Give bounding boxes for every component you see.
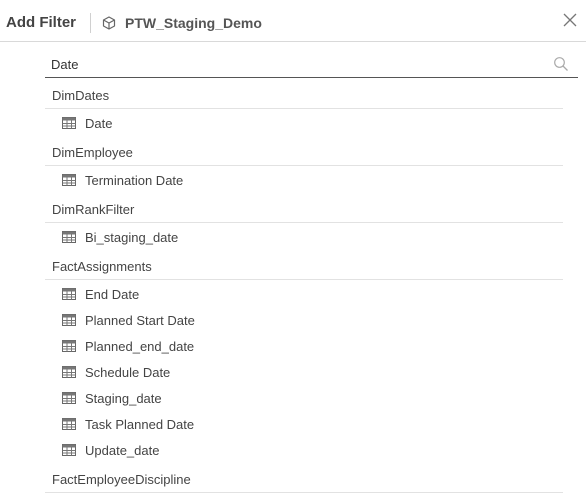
cube-icon xyxy=(102,16,116,30)
group-items: Date xyxy=(45,109,563,140)
field-label: Date xyxy=(85,115,113,131)
table-icon xyxy=(62,174,76,186)
dialog-header: Add Filter PTW_Staging_Demo xyxy=(0,0,586,42)
table-icon xyxy=(62,366,76,378)
group-header[interactable]: DimEmployee xyxy=(45,140,563,166)
field-label: Planned_end_date xyxy=(85,338,195,354)
datasource-name: PTW_Staging_Demo xyxy=(125,15,262,31)
field-label: Task Planned Date xyxy=(85,416,195,432)
field-label: Bi_staging_date xyxy=(85,229,179,245)
group-items: Bi_staging_date xyxy=(45,223,563,254)
table-icon xyxy=(62,288,76,300)
field-label: Staging_date xyxy=(85,390,162,406)
group-header[interactable]: DimDates xyxy=(45,83,563,109)
group-items: End Date Planned Start Date Planned_end_da… xyxy=(45,280,563,467)
field-item[interactable]: Planned Start Date xyxy=(45,307,563,333)
field-item[interactable]: Task Planned Date xyxy=(45,411,563,437)
field-group: FactAssignments End Date Planned Start Dat… xyxy=(45,254,563,467)
table-icon xyxy=(62,392,76,404)
table-icon xyxy=(62,314,76,326)
group-header[interactable]: FactEmployeeDiscipline xyxy=(45,467,563,493)
table-icon xyxy=(62,418,76,430)
field-label: Update_date xyxy=(85,442,160,458)
table-icon xyxy=(62,231,76,243)
field-item[interactable]: Termination Date xyxy=(45,167,563,193)
group-header[interactable]: DimRankFilter xyxy=(45,197,563,223)
field-item[interactable]: Schedule Date xyxy=(45,359,563,385)
search-icon[interactable] xyxy=(553,56,569,72)
header-divider xyxy=(90,13,91,33)
field-group: DimDates Date xyxy=(45,83,563,140)
field-list: DimDates Date DimEmployee Termination Date D… xyxy=(45,83,563,493)
field-group: FactEmployeeDiscipline xyxy=(45,467,563,493)
field-label: Planned Start Date xyxy=(85,312,195,328)
table-icon xyxy=(62,444,76,456)
field-label: Termination Date xyxy=(85,172,184,188)
group-header[interactable]: FactAssignments xyxy=(45,254,563,280)
search-input[interactable] xyxy=(51,54,531,74)
search-box xyxy=(45,52,578,78)
field-item[interactable]: Staging_date xyxy=(45,385,563,411)
field-item[interactable]: Update_date xyxy=(45,437,563,463)
field-item[interactable]: Date xyxy=(45,110,563,136)
field-group: DimRankFilter Bi_staging_date xyxy=(45,197,563,254)
table-icon xyxy=(62,340,76,352)
field-item[interactable]: End Date xyxy=(45,281,563,307)
table-icon xyxy=(62,117,76,129)
field-item[interactable]: Planned_end_date xyxy=(45,333,563,359)
field-label: End Date xyxy=(85,286,140,302)
group-items: Termination Date xyxy=(45,166,563,197)
field-label: Schedule Date xyxy=(85,364,171,380)
field-item[interactable]: Bi_staging_date xyxy=(45,224,563,250)
close-icon[interactable] xyxy=(562,12,578,28)
field-group: DimEmployee Termination Date xyxy=(45,140,563,197)
dialog-title: Add Filter xyxy=(6,14,76,31)
